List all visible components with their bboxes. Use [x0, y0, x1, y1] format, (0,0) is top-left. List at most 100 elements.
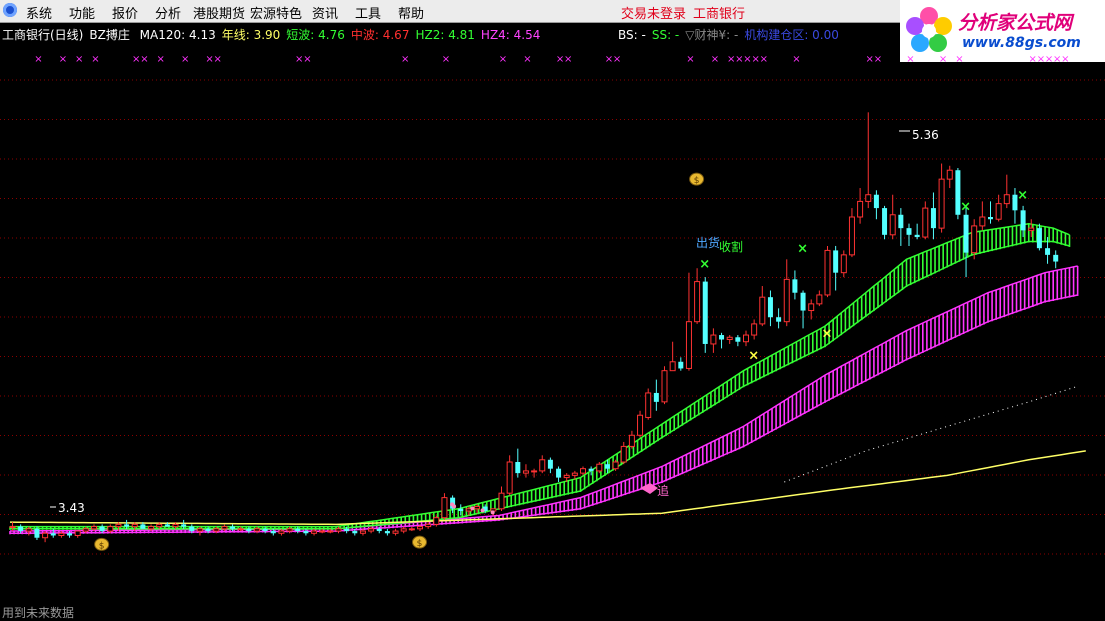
signal-top-mark: × [866, 54, 874, 65]
candle-up [522, 470, 529, 474]
candle-up [857, 200, 864, 218]
candle-up [441, 497, 448, 519]
candle-up [74, 530, 81, 537]
candle-up [115, 523, 122, 528]
candle-up [922, 207, 929, 238]
signal-top-mark: × [686, 54, 694, 65]
candle-down [352, 531, 358, 534]
signal-top-mark: × [1045, 54, 1053, 65]
signal-top-mark: × [1029, 54, 1037, 65]
signal-cross-mark: × [1017, 188, 1028, 203]
candle-up [237, 528, 244, 531]
candle-up [400, 528, 407, 532]
candle-up [107, 526, 114, 532]
signal-top-mark: × [1053, 54, 1061, 65]
signal-top-mark: × [743, 54, 751, 65]
footer-note: 用到未来数据 [2, 606, 75, 620]
signal-top-mark: × [59, 54, 67, 65]
candle-down [702, 281, 708, 344]
candle-up [196, 528, 203, 532]
candle-down [50, 533, 56, 536]
candle-down [914, 234, 920, 238]
candle-down [67, 533, 73, 536]
candle-up [58, 532, 65, 536]
candle-up [694, 281, 701, 323]
candle-up [685, 321, 692, 369]
candle-down [792, 279, 798, 293]
signal-top-mark: × [181, 54, 189, 65]
signal-top-mark: × [564, 54, 572, 65]
candle-down [205, 528, 211, 532]
candle-up [42, 532, 49, 539]
candle-up [726, 336, 733, 341]
candle-up [571, 472, 578, 476]
candle-up [637, 414, 644, 436]
candle-up [172, 523, 179, 528]
candle-up [808, 303, 815, 312]
candle-up [539, 459, 546, 472]
candle-down [873, 194, 879, 209]
candle-down [270, 531, 276, 534]
candle-down [653, 392, 659, 402]
candle-up [938, 178, 945, 229]
candle-down [99, 526, 105, 532]
candle-down [882, 208, 888, 235]
candle-down [776, 317, 782, 322]
candle-up [221, 526, 228, 530]
money-bag-symbol: $ [694, 176, 700, 186]
price-chart[interactable]: × × × × × × × × × × × × × × × × × × × × × × × × × × × × × × × × × × × × × ×××… [0, 0, 1105, 619]
candle-up [392, 530, 399, 534]
signal-top-mark: × [906, 54, 914, 65]
signal-top-mark: × [75, 54, 83, 65]
signal-top-mark: × [792, 54, 800, 65]
candle-up [816, 294, 823, 305]
candle-down [1045, 248, 1051, 255]
candle-down [719, 335, 725, 340]
signal-top-mark: × [303, 54, 311, 65]
candle-up [580, 468, 586, 474]
candle-down [189, 526, 195, 532]
candle-up [474, 506, 481, 510]
signal-top-mark: × [1037, 54, 1045, 65]
chase-signal-label: 追 [657, 483, 669, 498]
candle-up [824, 249, 831, 296]
candle-down [181, 524, 187, 527]
candle-down [906, 228, 912, 235]
short-band-slow-line [10, 240, 1070, 530]
candle-up [865, 194, 872, 202]
candle-down [376, 528, 382, 532]
signal-cross-mark: × [748, 349, 759, 364]
signal-top-mark: × [214, 54, 222, 65]
signal-cross-mark: × [699, 257, 710, 272]
candle-up [25, 528, 32, 532]
candle-down [588, 468, 594, 471]
signal-cross-mark: × [960, 199, 971, 214]
candle-down [34, 528, 40, 538]
signal-top-mark: × [34, 54, 42, 65]
money-bag-symbol: $ [99, 541, 105, 551]
candle-up [1003, 194, 1010, 205]
candle-up [743, 334, 749, 343]
signal-top-mark: × [295, 54, 303, 65]
candle-down [1053, 254, 1059, 262]
candle-up [286, 528, 293, 532]
candle-up [148, 526, 155, 530]
candle-down [515, 462, 521, 474]
money-bag-symbol: $ [417, 539, 423, 549]
signal-top-mark: × [442, 54, 450, 65]
candle-up [368, 528, 375, 532]
pink-dot-mark [490, 510, 495, 515]
candle-up [359, 530, 366, 534]
candle-up [751, 323, 758, 336]
candle-up [669, 361, 676, 372]
signal-top-mark: × [735, 54, 743, 65]
harvest-signal-label: 收割 [719, 239, 743, 254]
candle-up [563, 474, 570, 479]
candle-up [628, 434, 635, 447]
candle-up [91, 526, 97, 530]
candle-down [303, 531, 309, 534]
candle-up [620, 445, 627, 463]
signal-cross-mark: × [822, 326, 833, 341]
candle-down [18, 526, 24, 532]
candle-down [963, 214, 969, 253]
